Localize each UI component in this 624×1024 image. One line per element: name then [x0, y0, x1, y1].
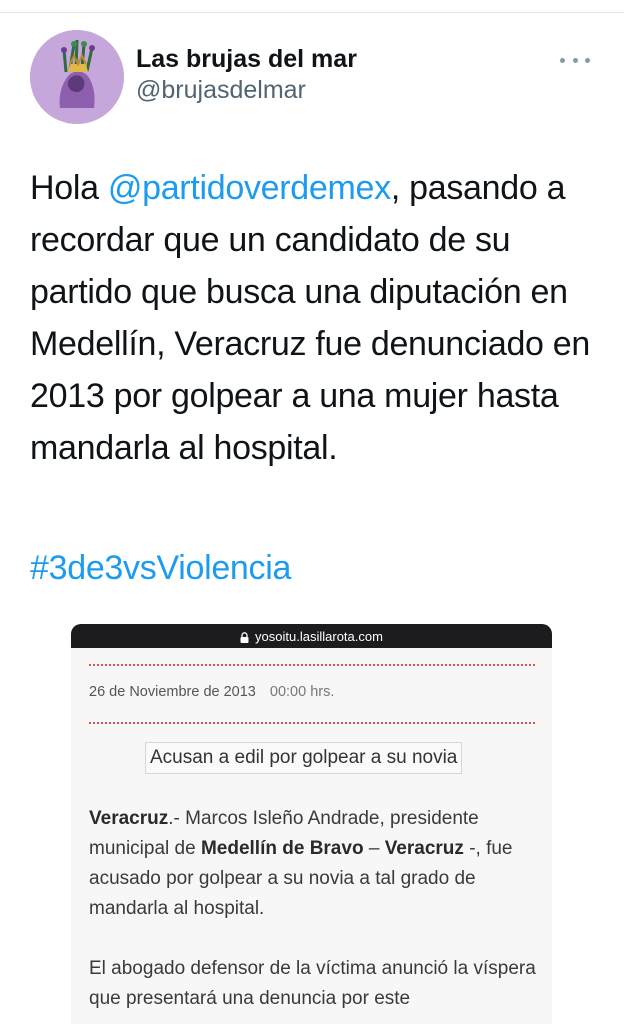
- text-run: –: [363, 838, 385, 859]
- article-date: 26 de Noviembre de 2013 00:00 hrs.: [89, 684, 334, 700]
- article-date-text: 26 de Noviembre de 2013: [89, 684, 256, 700]
- article-paragraph: El abogado defensor de la víctima anunci…: [89, 958, 536, 1009]
- more-icon[interactable]: [560, 50, 590, 70]
- mention-link[interactable]: @partidoverdemex: [108, 169, 391, 207]
- more-dot: [560, 57, 565, 63]
- bold-place: Medellín de Bravo: [200, 838, 364, 859]
- top-divider: [0, 12, 624, 13]
- browser-address-bar: yosoitu.lasillarota.com: [71, 624, 552, 648]
- lock-icon: [240, 631, 249, 643]
- article-headline[interactable]: Acusan a edil por golpear a su novia: [145, 742, 463, 774]
- article-paragraph: Veracruz.- Marcos Isleño Andrade, presid…: [89, 804, 539, 924]
- avatar-illustration: [30, 30, 124, 124]
- display-name[interactable]: Las brujas del mar: [136, 44, 357, 74]
- tweet-text-lead: Hola: [30, 169, 108, 207]
- article-time: 00:00 hrs.: [269, 684, 335, 700]
- tweet-header: Las brujas del mar @brujasdelmar: [30, 30, 600, 124]
- attached-image-screenshot[interactable]: yosoitu.lasillarota.com 26 de Noviembre …: [71, 624, 552, 1024]
- tweet-text-body: , pasando a recordar que un candidato de…: [30, 169, 591, 467]
- dotted-divider: [89, 664, 535, 666]
- hashtag-link[interactable]: #3de3vsViolencia: [30, 542, 291, 594]
- more-dot: [572, 57, 578, 63]
- more-dot: [585, 57, 590, 63]
- address-url: yosoitu.lasillarota.com: [255, 628, 383, 644]
- avatar[interactable]: [30, 30, 124, 124]
- dotted-divider: [89, 722, 535, 724]
- tweet-text: Hola @partidoverdemex, pasando a recorda…: [30, 162, 610, 474]
- user-handle[interactable]: @brujasdelmar: [136, 74, 357, 106]
- article-body: Veracruz.- Marcos Isleño Andrade, presid…: [89, 804, 539, 1014]
- author-names: Las brujas del mar @brujasdelmar: [136, 44, 357, 106]
- bold-place: Veracruz: [384, 838, 464, 859]
- bold-place: Veracruz: [89, 808, 169, 829]
